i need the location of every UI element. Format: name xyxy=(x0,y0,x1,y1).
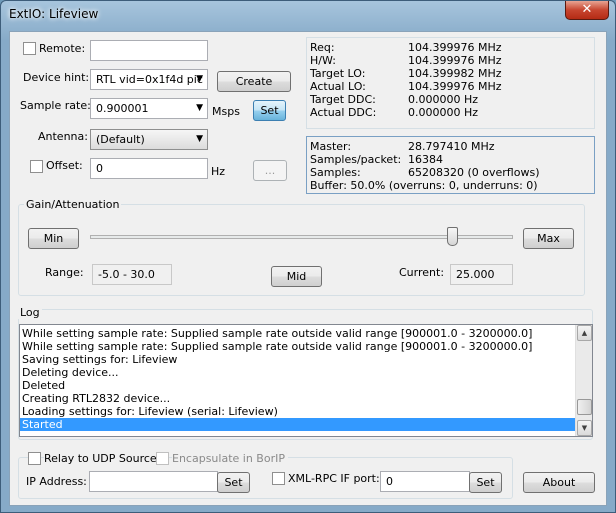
freq-info-label: Actual LO: xyxy=(310,80,366,93)
master-value: 28.797410 MHz xyxy=(408,140,495,153)
dialog-client: Remote: Device hint: RTL vid=0x1f4d pic … xyxy=(9,31,607,506)
samples-label: Samples: xyxy=(310,166,361,179)
log-title: Log xyxy=(18,306,42,319)
close-button[interactable]: ✕ xyxy=(565,1,609,20)
antenna-select[interactable]: (Default) ▼ xyxy=(90,129,208,150)
frequency-info-panel: Req: 104.399976 MHz H/W: 104.399976 MHz Targ… xyxy=(306,37,595,129)
log-scroll-thumb[interactable] xyxy=(577,399,592,415)
log-scrollbar[interactable]: ▲ ▼ xyxy=(575,325,592,436)
samples-packet-value: 16384 xyxy=(408,153,443,166)
device-hint-select[interactable]: RTL vid=0x1f4d pic ▼ xyxy=(90,69,208,90)
window-title: ExtIO: Lifeview xyxy=(9,7,99,21)
xmlrpc-port-input[interactable]: 0 xyxy=(380,471,470,492)
freq-info-label: Target LO: xyxy=(310,67,366,80)
ip-set-button[interactable]: Set xyxy=(217,472,250,493)
gain-range-value: -5.0 - 30.0 xyxy=(92,264,172,285)
device-hint-value: RTL vid=0x1f4d pic xyxy=(96,73,203,86)
offset-label: Offset: xyxy=(46,159,83,172)
ip-address-input[interactable] xyxy=(89,471,218,492)
chevron-down-icon: ▼ xyxy=(196,74,203,84)
about-button[interactable]: About xyxy=(523,472,595,493)
extio-window: ExtIO: Lifeview ✕ Remote: Device hint: R… xyxy=(0,0,616,513)
scroll-up-icon[interactable]: ▲ xyxy=(577,325,592,341)
log-list[interactable]: While setting sample rate: Supplied samp… xyxy=(19,324,593,437)
stream-info-panel: Master: 28.797410 MHz Samples/packet: 16… xyxy=(306,136,595,194)
log-line[interactable]: Started xyxy=(20,418,575,431)
freq-info-label: Actual DDC: xyxy=(310,106,377,119)
remote-label: Remote: xyxy=(39,42,86,55)
sample-rate-value: 0.900001 xyxy=(96,102,149,115)
xmlrpc-port-label: XML-RPC IF port: xyxy=(288,472,380,485)
freq-info-label: Target DDC: xyxy=(310,93,376,106)
log-line[interactable]: While setting sample rate: Supplied samp… xyxy=(20,340,575,353)
offset-browse-button[interactable]: ... xyxy=(253,160,287,181)
create-button[interactable]: Create xyxy=(217,71,291,92)
gain-min-button[interactable]: Min xyxy=(28,228,79,249)
samples-value: 65208320 (0 overflows) xyxy=(408,166,540,179)
sample-rate-unit: Msps xyxy=(212,105,240,118)
log-line[interactable]: Deleted xyxy=(20,379,575,392)
freq-info-value: 104.399976 MHz xyxy=(408,80,502,93)
gain-current-value: 25.000 xyxy=(450,264,513,285)
sample-rate-set-button[interactable]: Set xyxy=(253,100,286,121)
remote-checkbox[interactable] xyxy=(23,42,36,55)
gain-mid-button[interactable]: Mid xyxy=(271,266,322,287)
log-line[interactable]: Saving settings for: Lifeview xyxy=(20,353,575,366)
remote-input[interactable] xyxy=(90,40,208,61)
offset-unit: Hz xyxy=(211,165,226,178)
gain-max-button[interactable]: Max xyxy=(523,228,574,249)
chevron-down-icon: ▼ xyxy=(196,134,203,144)
device-hint-label: Device hint: xyxy=(23,71,90,84)
encapsulate-label: Encapsulate in BorIP xyxy=(172,452,288,465)
title-bar[interactable]: ExtIO: Lifeview ✕ xyxy=(1,1,615,29)
xmlrpc-checkbox[interactable] xyxy=(272,472,285,485)
freq-info-label: Req: xyxy=(310,41,335,54)
ip-address-label: IP Address: xyxy=(26,475,87,488)
log-line[interactable]: Creating RTL2832 device... xyxy=(20,392,575,405)
gain-group-title: Gain/Attenuation xyxy=(24,198,122,211)
gain-current-label: Current: xyxy=(399,266,445,279)
gain-range-label: Range: xyxy=(45,266,84,279)
sample-rate-select[interactable]: 0.900001 ▼ xyxy=(90,98,208,119)
freq-info-value: 0.000000 Hz xyxy=(408,106,479,119)
gain-slider-thumb[interactable] xyxy=(447,227,458,246)
close-icon: ✕ xyxy=(581,2,593,17)
samples-packet-label: Samples/packet: xyxy=(310,153,402,166)
freq-info-label: H/W: xyxy=(310,54,336,67)
sample-rate-label: Sample rate: xyxy=(20,99,91,112)
offset-checkbox[interactable] xyxy=(30,160,43,173)
buffer-status: Buffer: 50.0% (overruns: 0, underruns: 0… xyxy=(310,179,538,192)
log-line[interactable]: Deleting device... xyxy=(20,366,575,379)
freq-info-value: 104.399982 MHz xyxy=(408,67,502,80)
freq-info-value: 104.399976 MHz xyxy=(408,54,502,67)
offset-input[interactable]: 0 xyxy=(90,158,208,179)
freq-info-value: 0.000000 Hz xyxy=(408,93,479,106)
relay-udp-checkbox[interactable] xyxy=(28,452,41,465)
xmlrpc-set-button[interactable]: Set xyxy=(469,472,502,493)
scroll-down-icon[interactable]: ▼ xyxy=(577,420,592,436)
encapsulate-checkbox[interactable] xyxy=(156,452,169,465)
log-line[interactable]: While setting sample rate: Supplied samp… xyxy=(20,327,575,340)
log-line[interactable]: Loading settings for: Lifeview (serial: … xyxy=(20,405,575,418)
relay-udp-label: Relay to UDP Source xyxy=(44,452,160,465)
master-label: Master: xyxy=(310,140,352,153)
antenna-value: (Default) xyxy=(96,133,145,146)
antenna-label: Antenna: xyxy=(38,130,88,143)
chevron-down-icon: ▼ xyxy=(196,103,203,113)
freq-info-value: 104.399976 MHz xyxy=(408,41,502,54)
